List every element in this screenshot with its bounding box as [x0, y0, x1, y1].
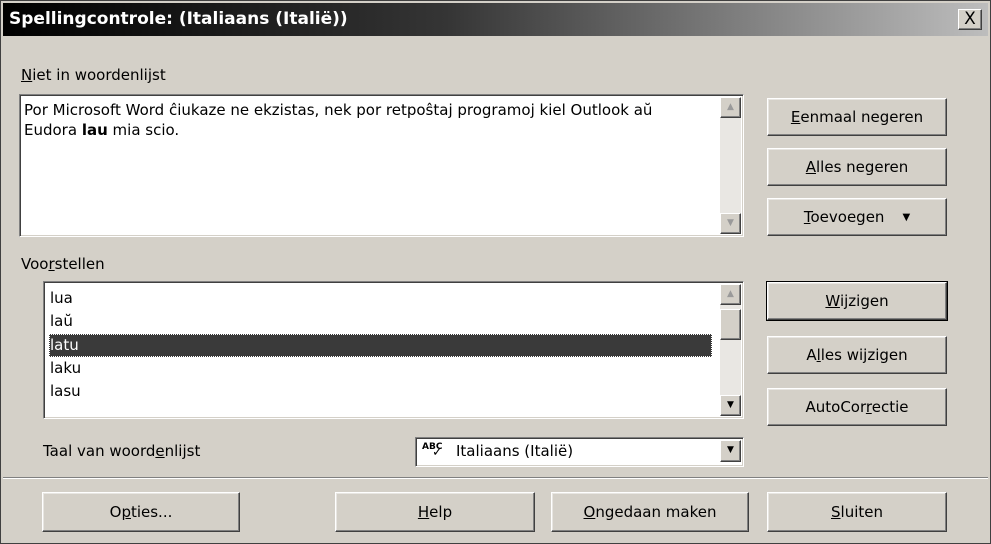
- ignore-once-button[interactable]: Eenmaal negeren: [767, 98, 947, 136]
- list-item[interactable]: laku: [49, 357, 712, 380]
- autocorrect-button[interactable]: AutoCorrectie: [767, 388, 947, 426]
- not-in-dictionary-label: Niet in woordenlijst: [21, 66, 166, 84]
- scroll-thumb[interactable]: [720, 309, 741, 340]
- dictionary-language-label: Taal van woordenlijst: [43, 442, 201, 460]
- options-button[interactable]: Opties...: [42, 492, 240, 532]
- not-in-dictionary-textbox[interactable]: Por Microsoft Word ĉiukaze ne ekzistas, …: [19, 94, 744, 237]
- suggestions-scrollbar[interactable]: ▲ ▼: [720, 284, 741, 416]
- window-title: Spellingcontrole: (Italiaans (Italië)): [9, 9, 348, 29]
- suggestions-viewport: lua laŭ latu laku lasu: [46, 284, 718, 416]
- list-item[interactable]: lasu: [49, 380, 712, 403]
- dropdown-arrow-icon[interactable]: ▼: [720, 440, 741, 462]
- scroll-up-arrow-icon[interactable]: ▲: [720, 97, 741, 118]
- undo-button[interactable]: Ongedaan maken: [551, 492, 749, 532]
- scroll-down-arrow-icon[interactable]: ▼: [720, 213, 741, 234]
- suggestions-label: Voorstellen: [21, 255, 105, 273]
- sentence-text: Por Microsoft Word ĉiukaze ne ekzistas, …: [24, 101, 653, 139]
- list-item-selected[interactable]: latu: [49, 334, 712, 357]
- language-select[interactable]: ABC ✓ Italiaans (Italië) ▼: [415, 437, 744, 467]
- change-all-button[interactable]: Alles wijzigen: [767, 336, 947, 374]
- title-bar[interactable]: Spellingcontrole: (Italiaans (Italië)) X: [3, 3, 988, 36]
- scroll-down-arrow-icon[interactable]: ▼: [720, 395, 741, 416]
- ignore-all-button[interactable]: Alles negeren: [767, 148, 947, 186]
- footer-separator: [3, 477, 988, 479]
- dropdown-arrow-icon: ▼: [902, 212, 911, 223]
- language-value: Italiaans (Italië): [456, 442, 574, 460]
- add-to-dictionary-button[interactable]: Toevoegen ▼: [767, 198, 947, 236]
- suggestions-list[interactable]: lua laŭ latu laku lasu ▲ ▼: [43, 281, 744, 419]
- close-button[interactable]: Sluiten: [767, 492, 947, 532]
- textbox-scrollbar[interactable]: ▲ ▼: [720, 97, 741, 234]
- help-button[interactable]: Help: [335, 492, 535, 532]
- scroll-up-arrow-icon[interactable]: ▲: [720, 284, 741, 305]
- close-window-button[interactable]: X: [958, 9, 982, 30]
- misspelled-word: lau: [81, 121, 108, 139]
- list-item[interactable]: lua: [49, 287, 712, 310]
- list-item[interactable]: laŭ: [49, 310, 712, 333]
- spelling-dialog: Spellingcontrole: (Italiaans (Italië)) X…: [0, 0, 991, 544]
- change-button[interactable]: Wijzigen: [766, 281, 948, 321]
- spellcheck-abc-icon: ABC ✓: [422, 442, 443, 460]
